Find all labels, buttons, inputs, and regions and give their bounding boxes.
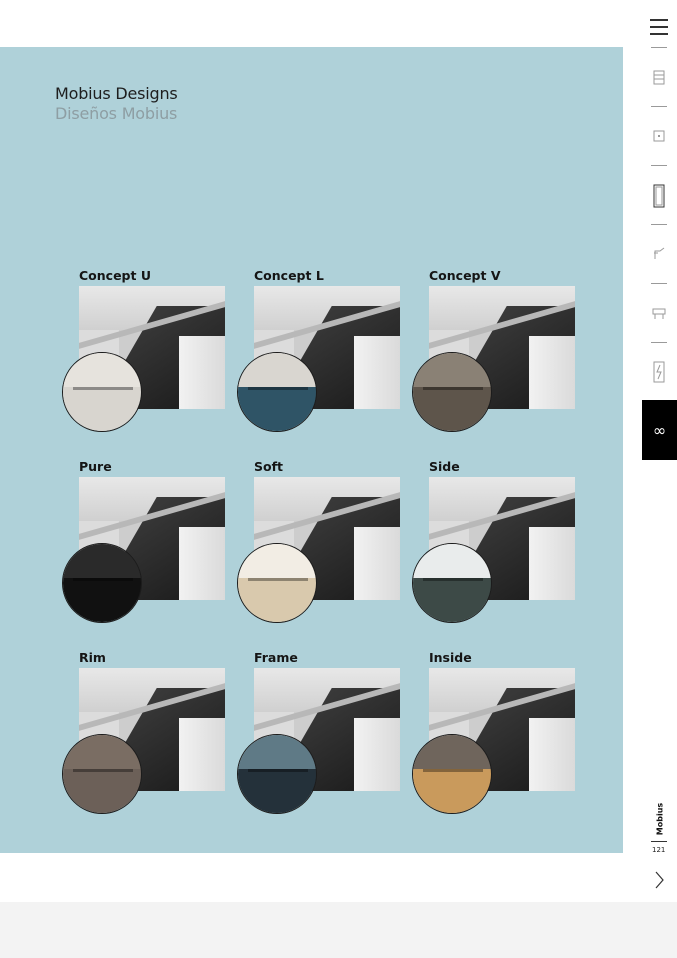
design-item[interactable]: Frame <box>237 650 418 820</box>
page-subtitle: Diseños Mobius <box>55 104 178 123</box>
design-label: Soft <box>254 459 284 474</box>
handle-detail-image <box>237 352 317 432</box>
drawer-icon[interactable] <box>652 128 666 144</box>
design-label: Side <box>429 459 460 474</box>
sidebar-divider <box>651 106 667 107</box>
handle-detail-image <box>412 734 492 814</box>
cabinet-icon[interactable] <box>652 69 666 85</box>
page-number: 121 <box>652 846 666 854</box>
design-item[interactable]: Concept U <box>62 268 243 438</box>
design-item[interactable]: Concept L <box>237 268 418 438</box>
sidebar-divider <box>651 47 667 48</box>
menu-icon[interactable] <box>650 17 668 37</box>
design-label: Inside <box>429 650 472 665</box>
design-label: Frame <box>254 650 298 665</box>
design-label: Concept L <box>254 268 324 283</box>
design-item[interactable]: Soft <box>237 459 418 629</box>
infinity-icon[interactable]: ∞ <box>642 400 677 460</box>
design-label: Concept U <box>79 268 151 283</box>
sidebar-divider <box>651 841 667 842</box>
design-item[interactable]: Pure <box>62 459 243 629</box>
design-item[interactable]: Concept V <box>412 268 593 438</box>
design-item[interactable]: Inside <box>412 650 593 820</box>
handle-detail-image <box>62 734 142 814</box>
footer-strip <box>0 902 677 958</box>
handle-detail-image <box>412 543 492 623</box>
sidebar-divider <box>651 342 667 343</box>
furniture-icon[interactable] <box>652 305 666 321</box>
chevron-right-icon[interactable] <box>650 869 668 891</box>
mirror-icon[interactable] <box>652 184 666 208</box>
design-label: Rim <box>79 650 106 665</box>
design-label: Pure <box>79 459 112 474</box>
handle-detail-image <box>62 543 142 623</box>
design-item[interactable]: Side <box>412 459 593 629</box>
handle-detail-image <box>412 352 492 432</box>
handle-detail-image <box>62 352 142 432</box>
sidebar-divider <box>651 283 667 284</box>
handle-detail-image <box>237 543 317 623</box>
page-title: Mobius Designs <box>55 84 178 103</box>
tap-icon[interactable] <box>652 245 666 261</box>
sidebar-divider <box>651 224 667 225</box>
design-item[interactable]: Rim <box>62 650 243 820</box>
design-label: Concept V <box>429 268 501 283</box>
light-icon[interactable] <box>652 361 666 383</box>
section-label: Mobius <box>655 802 665 836</box>
handle-detail-image <box>237 734 317 814</box>
sidebar-divider <box>651 165 667 166</box>
